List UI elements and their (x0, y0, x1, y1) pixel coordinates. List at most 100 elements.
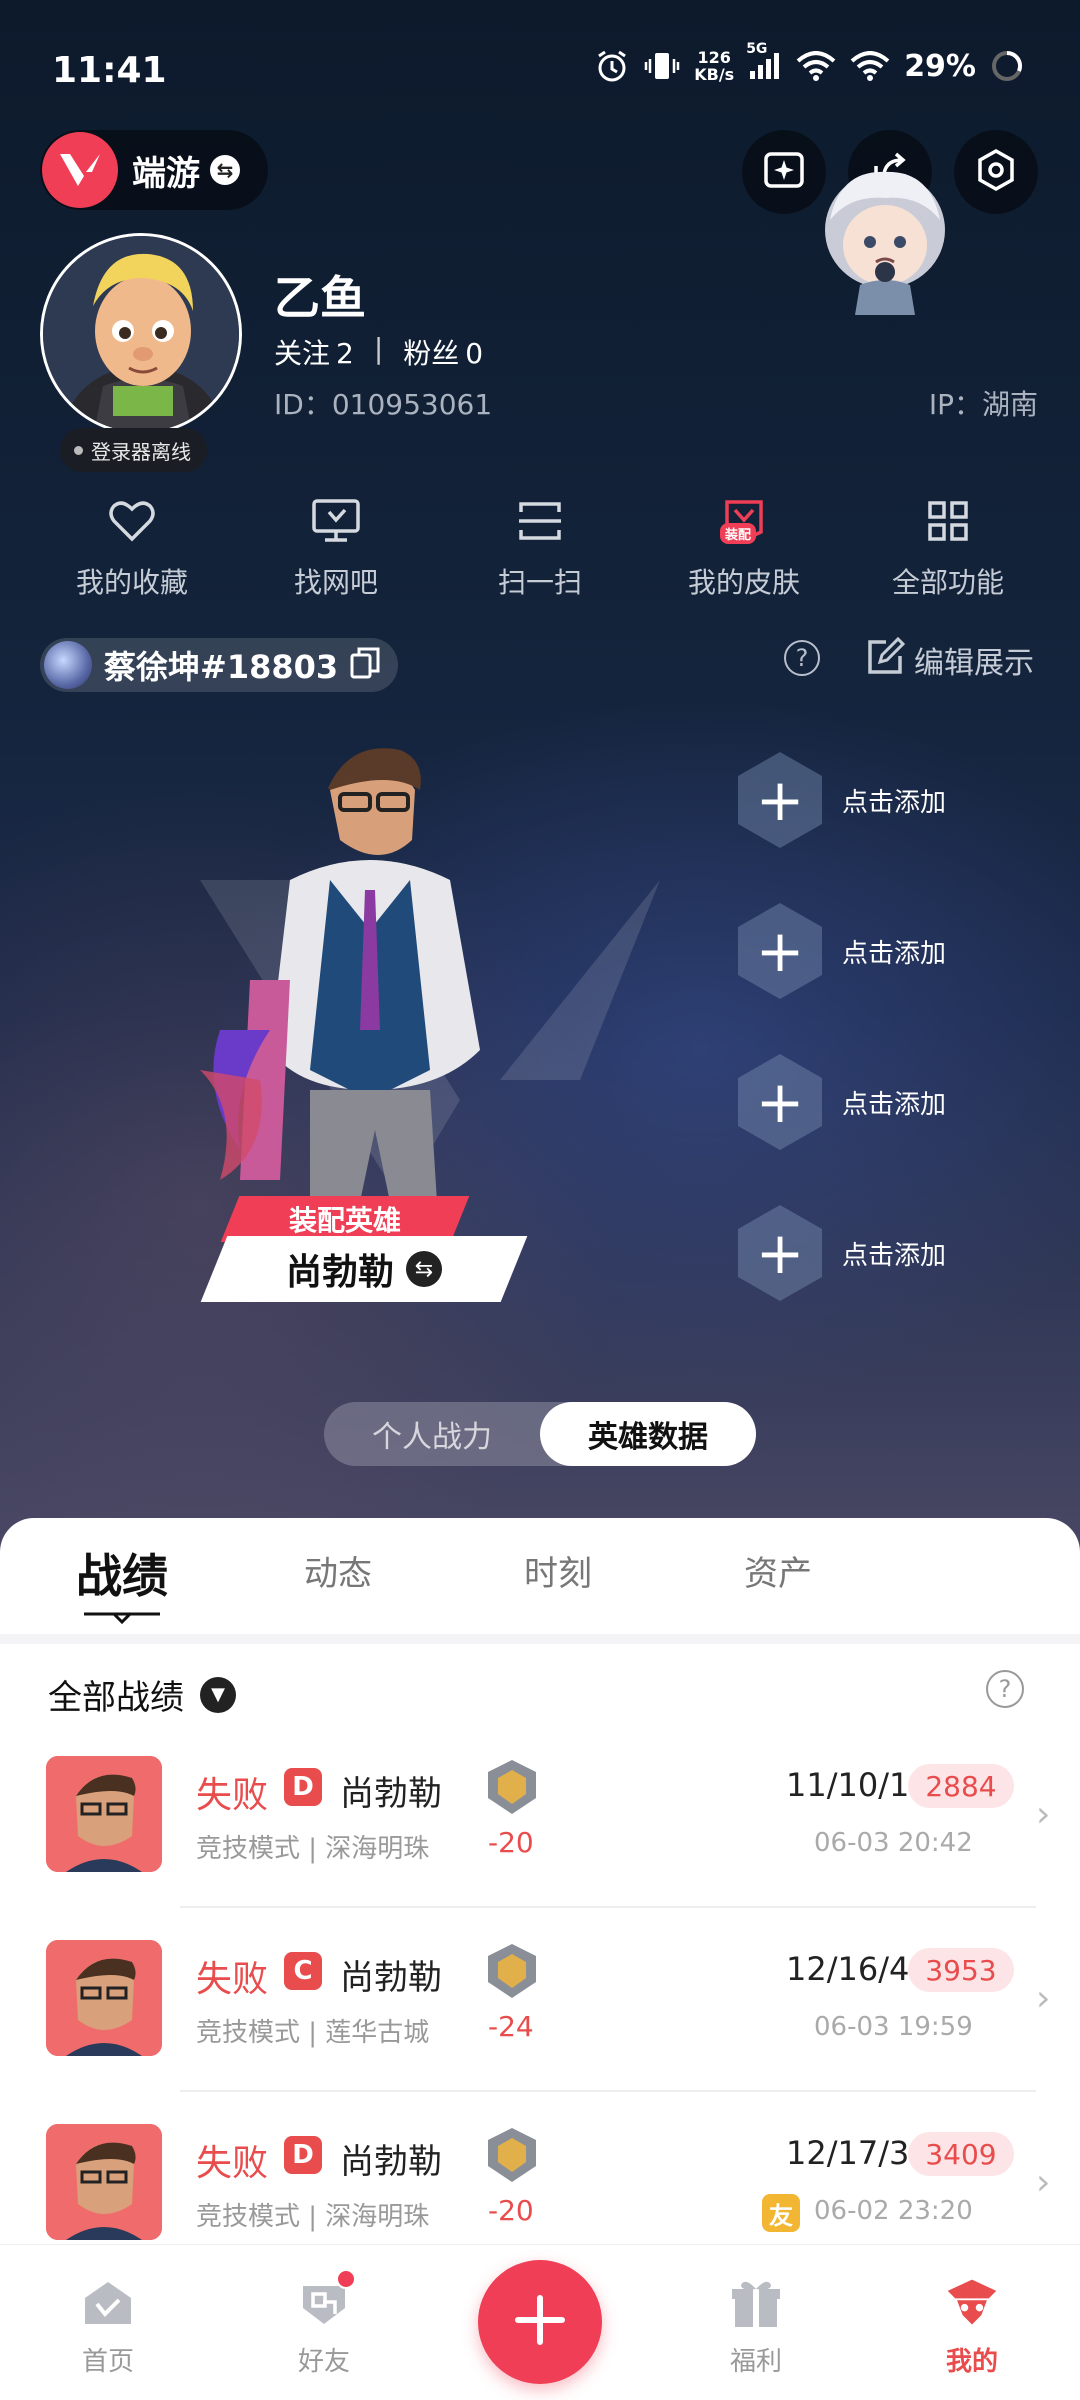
profile-icon (944, 2275, 1000, 2331)
launcher-status-text: 登录器离线 (91, 439, 191, 464)
match-result: 失败 (196, 1775, 269, 1816)
nav-label: 我的 (945, 2347, 998, 2377)
skin-icon: 装配 (718, 495, 770, 547)
match-score: 3409 (908, 2132, 1014, 2176)
gift-icon (728, 2275, 784, 2331)
quick-action-label: 找网吧 (293, 566, 378, 599)
quick-action-all[interactable]: 全部功能 (846, 495, 1050, 601)
add-slot-label: 点击添加 (842, 1089, 947, 1120)
create-post-button[interactable] (478, 2260, 602, 2384)
nickname: 乙鱼 (274, 271, 366, 325)
nav-label: 好友 (297, 2347, 350, 2377)
app-name: 端游 (132, 153, 200, 194)
nav-friends[interactable]: 好友 (264, 2269, 384, 2378)
tab-activity[interactable]: 动态 (304, 1546, 372, 1595)
follow-stats: 关注 2 | 粉丝 0 (274, 332, 483, 372)
add-slot[interactable]: + 点击添加 (738, 1052, 1038, 1152)
nav-benefits[interactable]: 福利 (696, 2275, 816, 2378)
chevron-right-icon: › (1036, 1794, 1051, 1835)
plus-icon (512, 2292, 568, 2352)
data-segment-control: 个人战力 英雄数据 (324, 1402, 756, 1466)
match-mode: 竞技模式 | 深海明珠 (196, 1834, 430, 1864)
wifi-icon (796, 51, 836, 81)
hero-thumbnail (46, 2124, 162, 2240)
help-icon[interactable]: ? (784, 640, 820, 676)
nav-home[interactable]: 首页 (48, 2275, 168, 2378)
segment-hero-data[interactable]: 英雄数据 (540, 1402, 756, 1466)
match-row[interactable]: 失败 D 尚勃勒 竞技模式 | 深海明珠 -20 11/10/1 2884 06… (0, 1744, 1080, 1928)
quick-action-skins[interactable]: 装配 我的皮肤 (642, 495, 846, 601)
heart-icon (106, 495, 158, 547)
game-account-name: 蔡徐坤#18803 (104, 648, 339, 686)
hero-thumbnail (46, 1940, 162, 2056)
row-divider (180, 2090, 1036, 2092)
quick-actions: 我的收藏 找网吧 扫一扫 装配 我的皮肤 全部功能 (30, 495, 1050, 601)
followers-link[interactable]: 粉丝 0 (403, 332, 483, 372)
quick-action-label: 我的收藏 (75, 566, 188, 599)
copy-icon[interactable] (350, 647, 380, 683)
app-switch-button[interactable]: 端游 ⇆ (40, 130, 268, 210)
mascot-sticker[interactable] (800, 150, 970, 320)
settings-hex-icon (974, 148, 1018, 196)
wifi-icon (850, 51, 890, 81)
alarm-icon (594, 48, 630, 84)
match-time: 06-03 19:59 (814, 2012, 973, 2042)
monitor-icon (310, 495, 362, 547)
swap-icon: ⇆ (210, 155, 240, 185)
rank-badge-icon (486, 1942, 538, 2000)
follow-separator: | (373, 332, 384, 365)
match-row[interactable]: 失败 C 尚勃勒 竞技模式 | 莲华古城 -24 12/16/4 3953 06… (0, 1928, 1080, 2112)
match-score: 3953 (908, 1948, 1014, 1992)
match-hero: 尚勃勒 (340, 2142, 442, 2182)
hero-thumbnail (46, 1756, 162, 1872)
match-kda: 12/17/3 (786, 2134, 910, 2172)
hero-portrait[interactable] (180, 730, 560, 1270)
rank-delta: -24 (488, 2010, 534, 2043)
offline-dot-icon (74, 445, 83, 455)
add-slot-label: 点击添加 (842, 1240, 947, 1271)
add-slot-label: 点击添加 (842, 938, 947, 969)
rank-delta: -20 (488, 2194, 534, 2227)
status-time: 11:41 (52, 50, 167, 91)
segment-personal-power[interactable]: 个人战力 (324, 1402, 540, 1466)
battery-ring-icon (990, 49, 1024, 83)
chevron-right-icon: › (1036, 1978, 1051, 2019)
match-mode: 竞技模式 | 莲华古城 (196, 2018, 430, 2048)
add-slot[interactable]: + 点击添加 (738, 901, 1038, 1001)
add-slot[interactable]: + 点击添加 (738, 750, 1038, 850)
tab-records[interactable]: 战绩 (76, 1540, 168, 1606)
nav-label: 首页 (81, 2347, 134, 2377)
match-hero: 尚勃勒 (340, 1958, 442, 1998)
quick-action-favorites[interactable]: 我的收藏 (30, 495, 234, 601)
launcher-status-badge: 登录器离线 (60, 428, 207, 472)
records-filter-dropdown[interactable]: 全部战绩 ▼ (48, 1670, 236, 1719)
match-kda: 11/10/1 (786, 1766, 910, 1804)
chevron-down-icon: ▼ (200, 1676, 236, 1713)
plus-icon: + (738, 1054, 822, 1150)
nav-profile[interactable]: 我的 (912, 2275, 1032, 2378)
tab-moments[interactable]: 时刻 (524, 1546, 592, 1595)
plus-icon: + (738, 903, 822, 999)
ip-location: IP：湖南 (928, 388, 1038, 421)
rank-badge-icon (486, 1758, 538, 1816)
add-slot[interactable]: + 点击添加 (738, 1203, 1038, 1303)
quick-action-label: 全部功能 (891, 566, 1004, 599)
quick-action-find-cafe[interactable]: 找网吧 (234, 495, 438, 601)
match-mode: 竞技模式 | 深海明珠 (196, 2202, 430, 2232)
plus-icon: + (738, 752, 822, 848)
quick-action-scan[interactable]: 扫一扫 (438, 495, 642, 601)
home-icon (80, 2275, 136, 2331)
hero-name-banner[interactable]: 尚勃勒 ⇆ (200, 1236, 528, 1302)
edit-display-button[interactable]: 编辑展示 (866, 636, 1034, 684)
match-time: 06-02 23:20 (814, 2196, 973, 2226)
help-icon[interactable]: ? (986, 1670, 1024, 1708)
game-account-avatar (44, 641, 92, 689)
net-speed: 126 KB/s (694, 48, 735, 84)
avatar[interactable] (40, 233, 242, 435)
tab-assets[interactable]: 资产 (744, 1546, 812, 1595)
game-account-pill[interactable]: 蔡徐坤#18803 (40, 638, 399, 692)
scan-icon (514, 495, 566, 547)
status-bar: 11:41 126 KB/s 5G 29% (0, 0, 1080, 140)
following-link[interactable]: 关注 2 (274, 332, 354, 372)
vibrate-icon (644, 48, 680, 84)
